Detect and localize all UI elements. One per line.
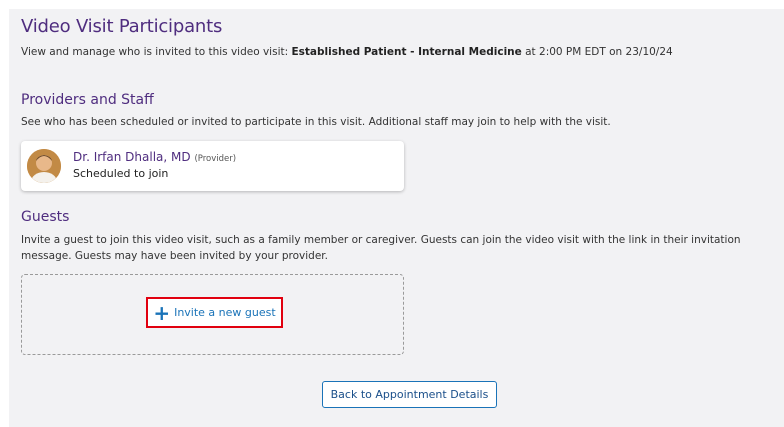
page-title: Video Visit Participants — [21, 16, 223, 37]
page-description: View and manage who is invited to this v… — [21, 46, 673, 58]
guests-section-title: Guests — [21, 209, 70, 225]
person-photo-icon — [27, 149, 61, 183]
visit-type: Established Patient - Internal Medicine — [291, 46, 522, 58]
provider-name-text: Dr. Irfan Dhalla, MD — [73, 150, 191, 164]
provider-avatar — [27, 149, 61, 183]
guests-section-description: Invite a guest to join this video visit,… — [21, 234, 741, 262]
invite-guest-label: Invite a new guest — [174, 306, 276, 319]
provider-name: Dr. Irfan Dhalla, MD (Provider) — [73, 150, 236, 164]
plus-icon: + — [153, 300, 171, 325]
back-to-appointment-button[interactable]: Back to Appointment Details — [322, 381, 497, 408]
provider-role: (Provider) — [194, 154, 237, 164]
page-description-prefix: View and manage who is invited to this v… — [21, 46, 292, 58]
providers-section-description: See who has been scheduled or invited to… — [21, 116, 611, 128]
page-description-suffix: at 2:00 PM EDT on 23/10/24 — [521, 46, 673, 58]
provider-card: Dr. Irfan Dhalla, MD (Provider) Schedule… — [21, 141, 404, 191]
invite-guest-button[interactable]: + Invite a new guest — [146, 297, 283, 328]
providers-section-title: Providers and Staff — [21, 92, 154, 108]
participants-panel — [9, 9, 784, 427]
provider-status: Scheduled to join — [73, 167, 169, 180]
